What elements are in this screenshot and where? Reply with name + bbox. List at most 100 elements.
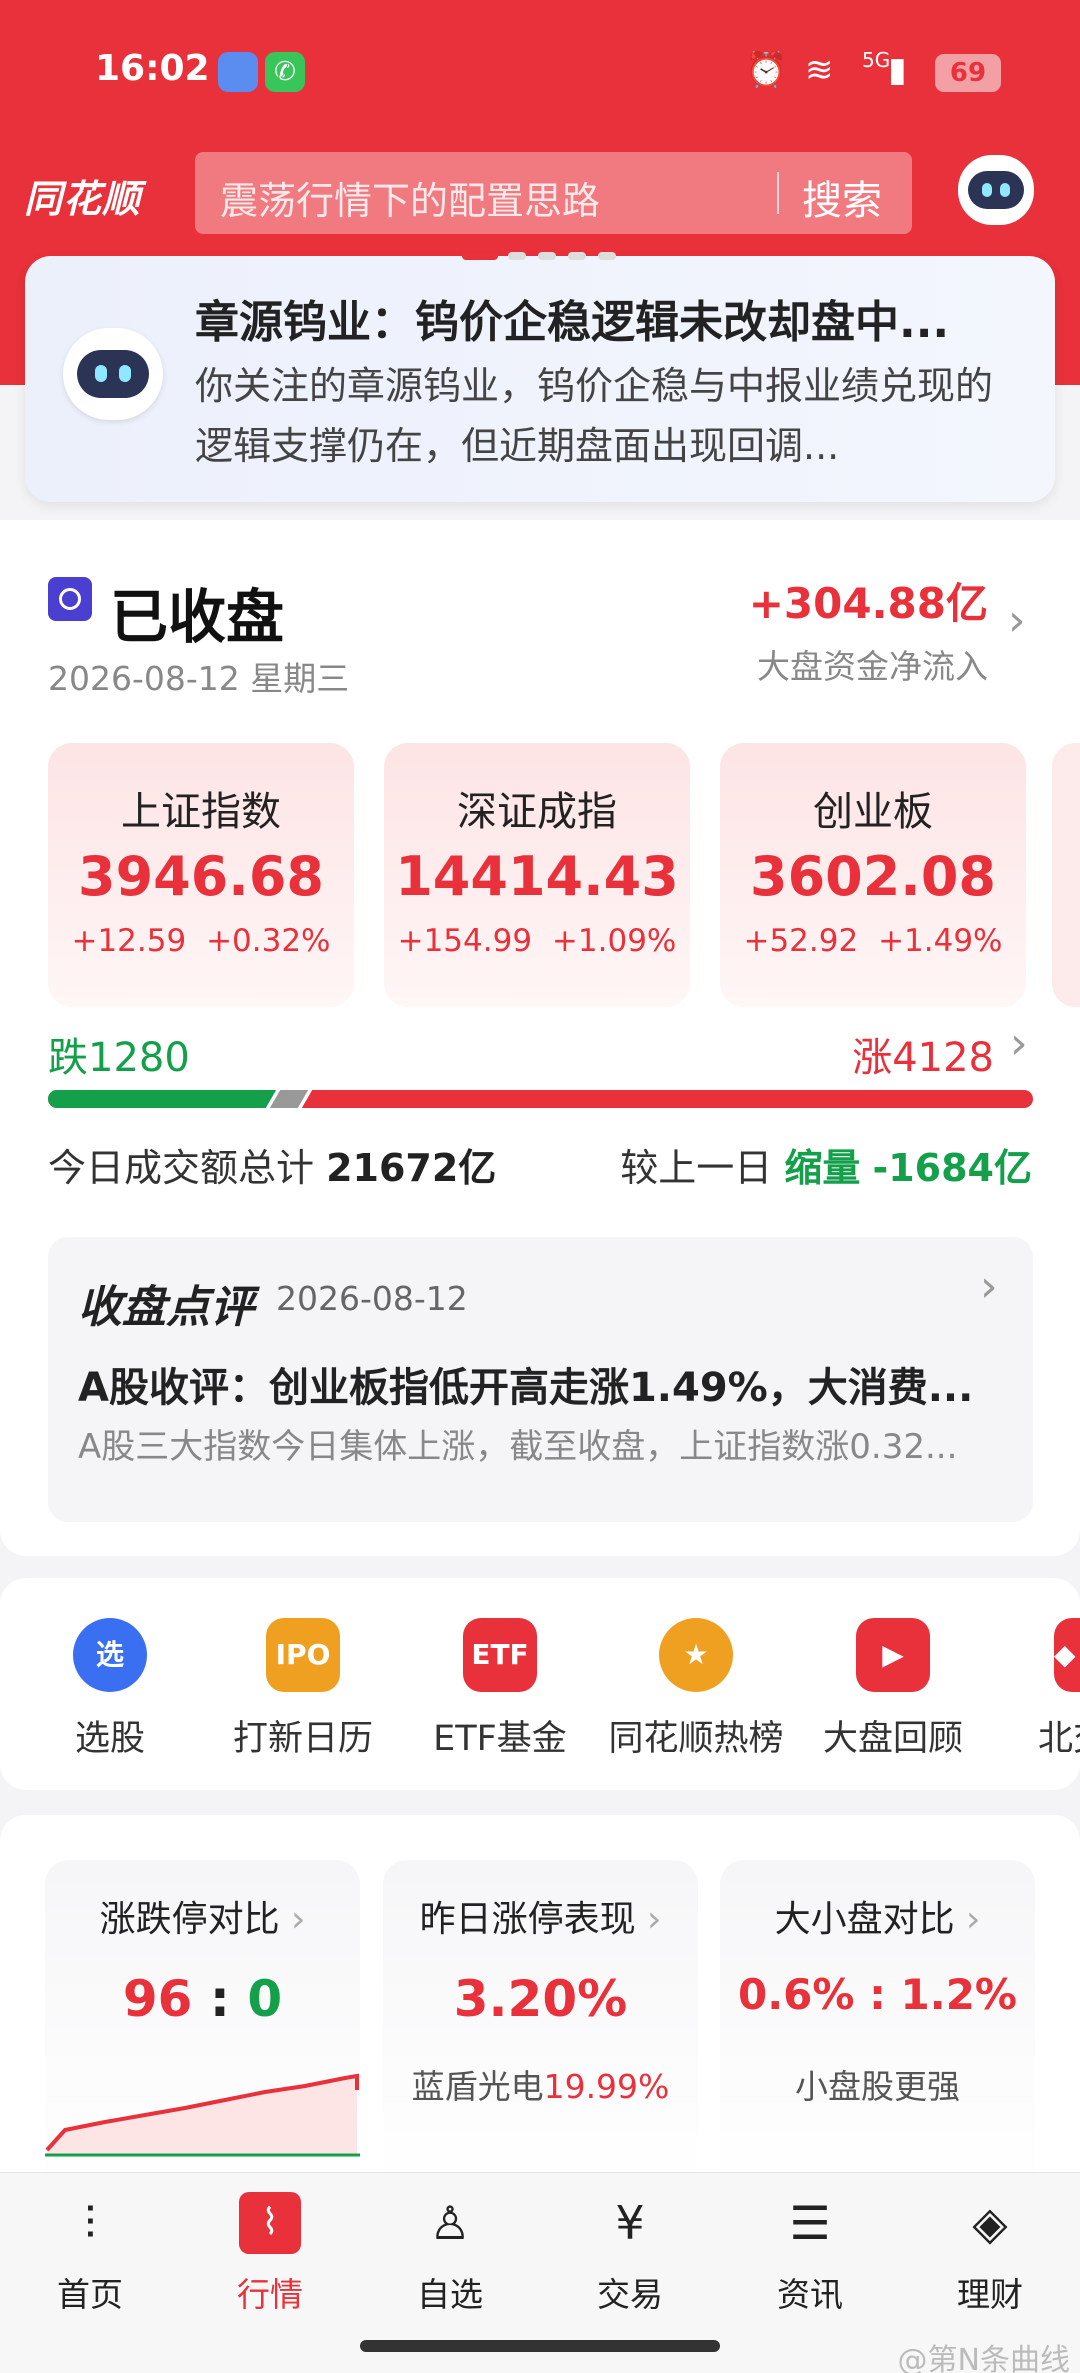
tab-news[interactable]: ☰ 资讯	[730, 2192, 890, 2316]
beijiao-icon: ◆	[1054, 1618, 1080, 1692]
news-document-icon: ☰	[789, 2196, 831, 2250]
network-type-label: 5G	[862, 48, 891, 72]
shortcut-stock-picker[interactable]: 选 选股	[15, 1618, 205, 1761]
home-indicator[interactable]	[360, 2340, 720, 2352]
tab-label: 理财	[957, 2275, 1023, 2314]
card-title: 大小盘对比 ›	[774, 1899, 981, 1940]
tab-label: 资讯	[777, 2275, 843, 2314]
shortcut-hot-list[interactable]: ★ 同花顺热榜	[601, 1618, 791, 1761]
closing-review-card[interactable]: 收盘点评 2026-08-12 › A股收评：创业板指低开高走涨1.49%，大消…	[48, 1237, 1033, 1522]
market-status: 已收盘	[110, 583, 285, 651]
search-button[interactable]: 搜索	[802, 168, 882, 226]
index-change: +154.99 +1.09%	[397, 923, 677, 959]
user-icon: ♙	[429, 2196, 471, 2250]
fall-bar-segment	[48, 1090, 275, 1108]
app-logo: 同花顺	[24, 177, 142, 221]
index-name: 上证指数	[121, 789, 281, 835]
assistant-robot-icon[interactable]	[958, 155, 1034, 225]
hot-list-star-icon: ★	[659, 1618, 733, 1692]
market-review-play-icon: ▶	[856, 1618, 930, 1692]
card-title: 昨日涨停表现 ›	[419, 1899, 662, 1940]
index-name: 深证成指	[457, 789, 617, 835]
stock-picker-icon: 选	[73, 1618, 147, 1692]
card-subtitle: 蓝盾光电19.99%	[411, 2067, 670, 2106]
index-card-shanghai[interactable]: 上证指数 3946.68 +12.59 +0.32%	[48, 743, 354, 1007]
home-chart-icon: ⫶	[84, 2196, 96, 2250]
review-brand: 收盘点评	[78, 1282, 254, 1333]
chevron-right-icon[interactable]: ›	[1010, 1018, 1028, 1069]
index-value: 3602.08	[750, 845, 996, 908]
tab-wealth[interactable]: ◈ 理财	[910, 2192, 1070, 2316]
market-trend-icon: ⌇	[239, 2192, 301, 2254]
index-card-peek[interactable]	[1052, 743, 1080, 1007]
large-small-cap-card[interactable]: 大小盘对比 › 0.6% : 1.2% 小盘股更强	[720, 1860, 1035, 2190]
wifi-icon: ≋	[805, 50, 834, 90]
limit-trend-chart	[45, 2073, 360, 2157]
battery-indicator: 69	[935, 54, 1001, 92]
watermark: @第N条曲线	[897, 2343, 1070, 2373]
tab-label: 交易	[597, 2275, 663, 2314]
net-inflow-value[interactable]: +304.88亿	[749, 570, 988, 631]
tab-label: 行情	[237, 2275, 303, 2314]
notice-body: 你关注的章源钨业，钨价企稳与中报业绩兑现的逻辑支撑仍在，但近期盘面出现回调...	[195, 364, 994, 468]
shortcut-label: 选股	[74, 1719, 145, 1759]
status-time: 16:02	[95, 48, 210, 89]
net-inflow-label: 大盘资金净流入	[757, 647, 988, 686]
yesterday-limit-up-card[interactable]: 昨日涨停表现 › 3.20% 蓝盾光电19.99%	[383, 1860, 698, 2190]
index-change: +52.92 +1.49%	[743, 923, 1003, 959]
shortcut-label: 打新日历	[232, 1719, 373, 1759]
ipo-calendar-icon: IPO	[266, 1618, 340, 1692]
limit-up-down-card[interactable]: 涨跌停对比 › 96 : 0	[45, 1860, 360, 2190]
weather-app-icon	[218, 52, 258, 92]
shortcut-ipo-calendar[interactable]: IPO 打新日历	[208, 1618, 398, 1761]
index-card-chinext[interactable]: 创业板 3602.08 +52.92 +1.49%	[720, 743, 1026, 1007]
tab-label: 首页	[57, 2275, 123, 2314]
market-date: 2026-08-12 星期三	[48, 659, 350, 698]
search-bar[interactable]: 震荡行情下的配置思路 搜索	[195, 152, 912, 234]
signal-icon: ▮	[888, 50, 907, 90]
shortcut-beijiao[interactable]: ◆ 北交	[990, 1618, 1080, 1761]
chevron-right-icon[interactable]: ›	[1008, 595, 1026, 646]
tab-watchlist[interactable]: ♙ 自选	[370, 2192, 530, 2316]
index-name: 创业板	[813, 789, 933, 835]
shortcut-label: 北交	[1038, 1719, 1080, 1759]
card-value: 3.20%	[453, 1970, 628, 2028]
rise-count[interactable]: 涨4128	[852, 1025, 994, 1083]
tab-label: 自选	[417, 2275, 483, 2314]
market-closed-icon	[48, 577, 92, 621]
status-bar: 16:02 ✆ ⏰ ≋ 5G ▮ 69	[0, 40, 1080, 110]
limit-ratio: 96 : 0	[122, 1970, 283, 2028]
tab-trade[interactable]: ¥ 交易	[550, 2192, 710, 2316]
index-card-shenzhen[interactable]: 深证成指 14414.43 +154.99 +1.09%	[384, 743, 690, 1007]
chevron-right-icon[interactable]: ›	[980, 1261, 998, 1312]
search-placeholder: 震荡行情下的配置思路	[220, 179, 601, 223]
money-bag-icon: ◈	[972, 2196, 1008, 2250]
phone-app-icon: ✆	[265, 52, 305, 92]
index-value: 14414.43	[395, 845, 679, 908]
card-value: 0.6% : 1.2%	[737, 1970, 1017, 2019]
search-divider	[777, 172, 779, 214]
card-subtitle: 小盘股更强	[795, 2067, 960, 2106]
shortcut-etf[interactable]: ETF ETF基金	[405, 1618, 595, 1761]
tab-market[interactable]: ⌇ 行情	[190, 2192, 350, 2316]
turnover-total: 今日成交额总计 21672亿	[48, 1146, 497, 1190]
tab-home[interactable]: ⫶ 首页	[10, 2192, 170, 2316]
assistant-avatar-icon	[63, 328, 163, 420]
shortcut-label: ETF基金	[433, 1719, 567, 1759]
fall-count: 跌1280	[48, 1035, 190, 1081]
shortcut-market-review[interactable]: ▶ 大盘回顾	[798, 1618, 988, 1761]
breadth-bar	[48, 1090, 1033, 1108]
turnover-compare: 较上一日 缩量 -1684亿	[620, 1146, 1032, 1190]
ai-notice-card[interactable]: 章源钨业：钨价企稳逻辑未改却盘中... 你关注的章源钨业，钨价企稳与中报业绩兑现…	[25, 256, 1055, 502]
review-summary: A股三大指数今日集体上涨，截至收盘，上证指数涨0.32...	[78, 1427, 958, 1467]
review-date: 2026-08-12	[276, 1279, 468, 1318]
review-title: A股收评：创业板指低开高走涨1.49%，大消费...	[78, 1365, 974, 1411]
index-value: 3946.68	[78, 845, 324, 908]
shortcut-label: 同花顺热榜	[608, 1719, 784, 1759]
alarm-icon: ⏰	[745, 50, 788, 90]
yen-icon: ¥	[615, 2196, 645, 2250]
etf-icon: ETF	[463, 1618, 537, 1692]
carousel-indicator	[415, 252, 616, 260]
shortcut-label: 大盘回顾	[822, 1719, 963, 1759]
index-change: +12.59 +0.32%	[71, 923, 331, 959]
